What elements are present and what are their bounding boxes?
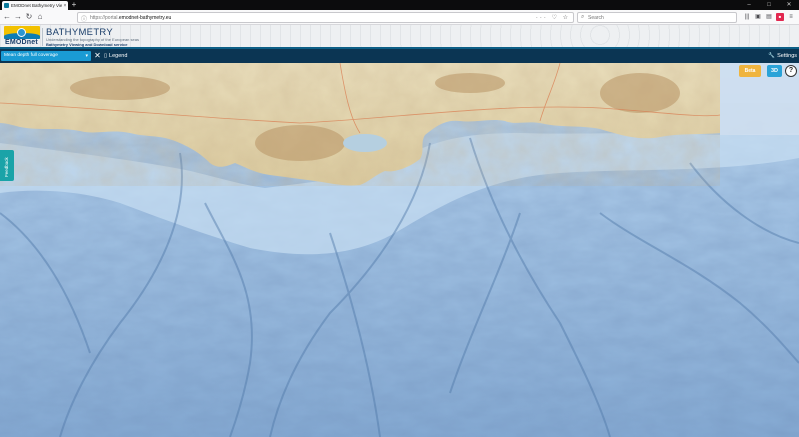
3d-mode-button[interactable]: 3D xyxy=(767,65,782,77)
emodnet-logo[interactable]: EMODnet xyxy=(4,26,42,47)
layer-select-value: Mean depth full coverage xyxy=(4,53,58,58)
url-actions[interactable]: ··· ♡ ☆ xyxy=(536,14,570,21)
feedback-label: Feedback xyxy=(4,157,9,177)
sync-icon[interactable]: ▣ xyxy=(754,13,762,21)
search-input[interactable] xyxy=(588,14,728,22)
browser-tab[interactable]: EMODnet Bathymetry Viewin... × xyxy=(2,1,68,10)
legend-button[interactable]: ▯ Legend xyxy=(104,51,127,61)
url-text: https://portal.emodnet-bathymetry.eu xyxy=(90,15,172,21)
reload-icon[interactable]: ↻ xyxy=(24,12,34,22)
tab-close-icon[interactable]: × xyxy=(62,3,68,9)
new-tab-button[interactable]: + xyxy=(70,0,78,10)
close-window-button[interactable]: ✕ xyxy=(779,0,799,10)
document-icon: ▯ xyxy=(104,53,108,59)
forward-icon[interactable]: → xyxy=(13,12,23,22)
wrench-icon: 🔧 xyxy=(768,53,776,59)
menu-icon[interactable]: ≡ xyxy=(787,13,795,21)
bathymetry-map[interactable]: Feedback xyxy=(0,63,799,437)
search-bar[interactable]: ⌕ xyxy=(577,12,737,23)
beta-badge[interactable]: Beta xyxy=(739,65,761,77)
home-icon[interactable]: ⌂ xyxy=(35,12,45,22)
extension-icon[interactable]: ■ xyxy=(776,13,784,21)
reader-icon[interactable]: ▤ xyxy=(765,13,773,21)
clear-layer-button[interactable]: ✕ xyxy=(94,51,101,61)
browser-navbar: ← → ↻ ⌂ ⓘ https://portal.emodnet-bathyme… xyxy=(0,10,799,25)
favicon-icon xyxy=(4,3,9,8)
minimize-button[interactable]: – xyxy=(739,0,759,10)
coastal-lagoon xyxy=(343,134,387,152)
search-icon: ⌕ xyxy=(581,14,585,20)
back-icon[interactable]: ← xyxy=(2,12,12,22)
library-icon[interactable]: ||| xyxy=(743,13,751,21)
app-header: EMODnet BATHYMETRY Understanding the top… xyxy=(0,25,799,49)
app-toolbar: Mean depth full coverage ▾ ✕ ▯ Legend 🔧 … xyxy=(0,49,799,63)
help-button[interactable]: ? xyxy=(785,65,797,77)
header-divider xyxy=(42,28,43,46)
browser-tabstrip: EMODnet Bathymetry Viewin... × + – □ ✕ xyxy=(0,0,799,10)
legend-label: Legend xyxy=(109,53,128,59)
chevron-down-icon: ▾ xyxy=(85,53,88,59)
map-canvas[interactable] xyxy=(0,63,799,437)
page-subtitle: Bathymetry Viewing and Download service xyxy=(46,42,128,47)
layer-select[interactable]: Mean depth full coverage ▾ xyxy=(1,51,91,61)
site-info-icon[interactable]: ⓘ xyxy=(81,14,87,23)
settings-button[interactable]: 🔧 Settings xyxy=(768,51,797,61)
url-bar[interactable]: ⓘ https://portal.emodnet-bathymetry.eu ·… xyxy=(77,12,574,23)
tab-title: EMODnet Bathymetry Viewin... xyxy=(11,3,62,8)
feedback-tab[interactable]: Feedback xyxy=(0,150,14,181)
settings-label: Settings xyxy=(777,53,797,59)
toolbar-icons: ||| ▣ ▤ ■ ≡ xyxy=(743,13,795,22)
maximize-button[interactable]: □ xyxy=(759,0,779,10)
logo-text: EMODnet xyxy=(5,39,38,46)
logo-emblem-icon xyxy=(4,26,40,39)
